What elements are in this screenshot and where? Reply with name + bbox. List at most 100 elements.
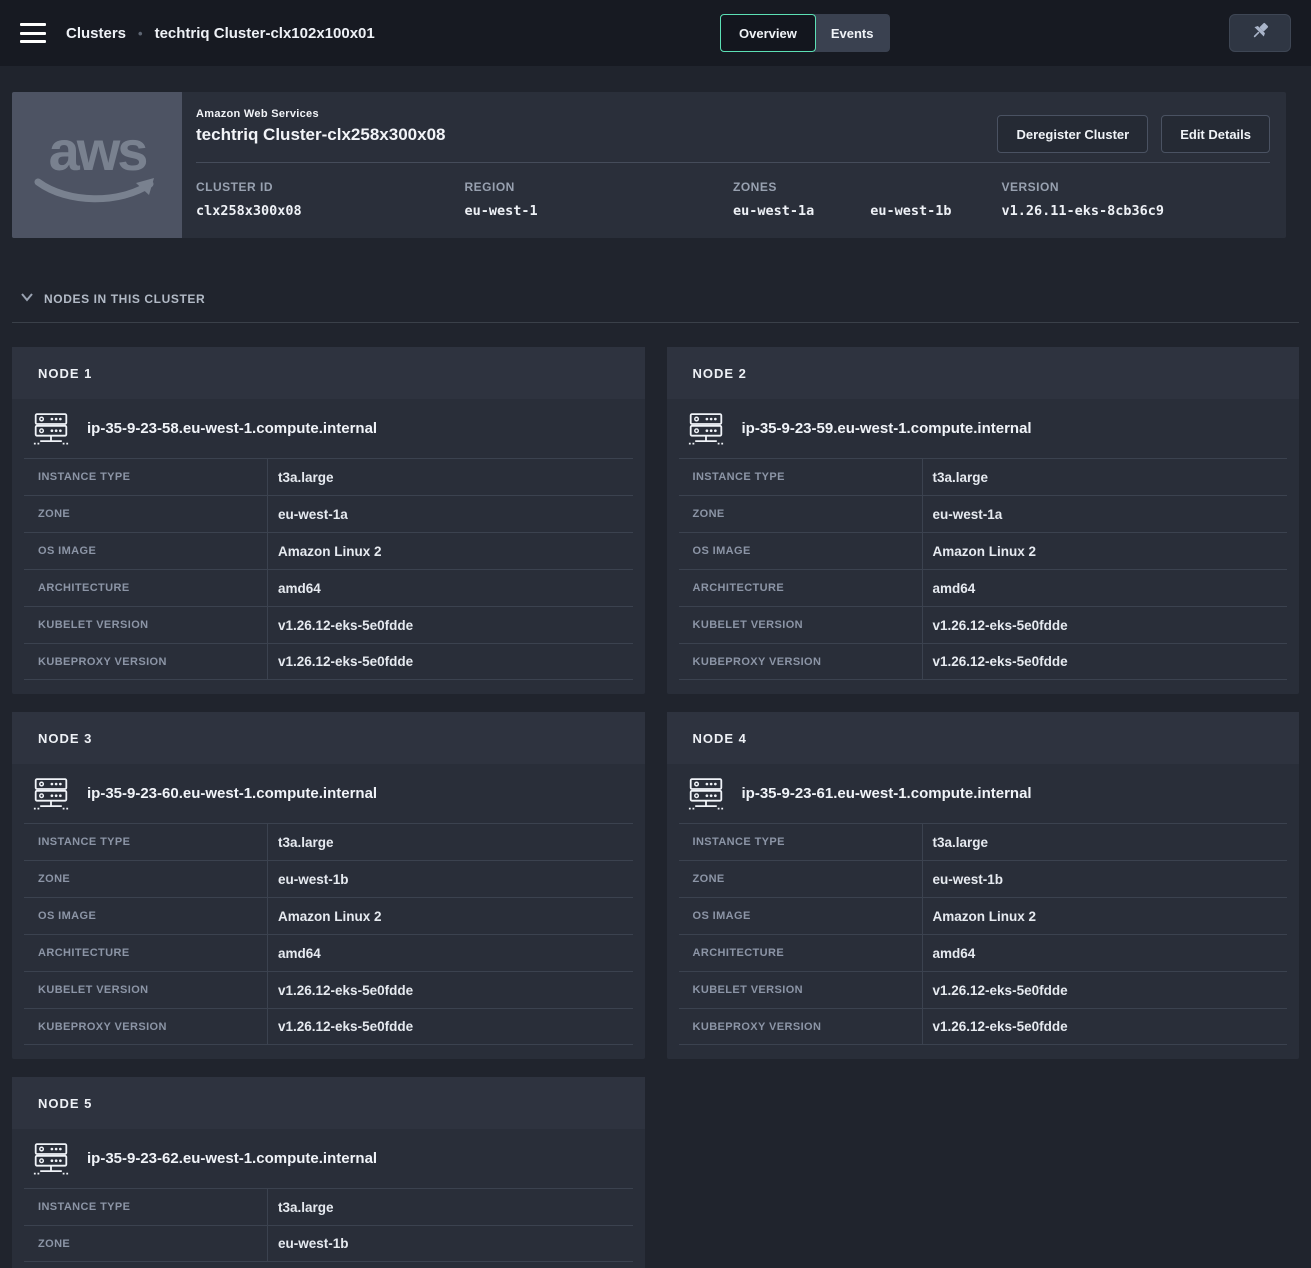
row-value: eu-west-1b	[268, 861, 633, 897]
row-label: ARCHITECTURE	[679, 570, 923, 606]
row-value: amd64	[923, 935, 1288, 971]
breadcrumb-clusters-link[interactable]: Clusters	[66, 25, 126, 42]
field-value: v1.26.11-eks-8cb36c9	[1002, 203, 1271, 219]
breadcrumb-separator: •	[138, 26, 143, 41]
tab-overview[interactable]: Overview	[720, 14, 816, 52]
row-label: ZONE	[679, 861, 923, 897]
row-label: OS IMAGE	[679, 898, 923, 934]
table-row: ARCHITECTURE amd64	[24, 934, 633, 971]
field-value: eu-west-1	[465, 203, 734, 219]
edit-details-button[interactable]: Edit Details	[1161, 115, 1270, 153]
row-label: ZONE	[24, 861, 268, 897]
node-detail-table: INSTANCE TYPE t3a.large ZONE eu-west-1b …	[679, 823, 1288, 1045]
pushpin-icon	[1248, 19, 1272, 48]
node-card-title: NODE 4	[667, 712, 1300, 764]
menu-icon[interactable]	[20, 23, 46, 43]
node-detail-table: INSTANCE TYPE t3a.large ZONE eu-west-1b …	[24, 823, 633, 1045]
node-card-title: NODE 1	[12, 347, 645, 399]
node-detail-table: INSTANCE TYPE t3a.large ZONE eu-west-1b	[24, 1188, 633, 1262]
field-region: REGION eu-west-1	[465, 180, 734, 219]
aws-logo-text: aws	[49, 126, 146, 176]
row-value: Amazon Linux 2	[923, 533, 1288, 569]
aws-smile-icon	[32, 176, 162, 206]
field-label: REGION	[465, 180, 734, 194]
table-row: OS IMAGE Amazon Linux 2	[24, 897, 633, 934]
row-value: v1.26.12-eks-5e0fdde	[923, 1009, 1288, 1044]
row-label: INSTANCE TYPE	[679, 459, 923, 495]
pin-button[interactable]	[1229, 14, 1291, 52]
node-card-5: NODE 5 ip-35-	[12, 1077, 645, 1268]
table-row: ZONE eu-west-1b	[24, 1225, 633, 1262]
row-label: INSTANCE TYPE	[24, 824, 268, 860]
table-row: ARCHITECTURE amd64	[679, 569, 1288, 606]
server-icon	[688, 777, 724, 810]
zone-value: eu-west-1a	[733, 203, 814, 219]
row-label: INSTANCE TYPE	[24, 459, 268, 495]
row-label: KUBEPROXY VERSION	[679, 1009, 923, 1044]
node-hostname: ip-35-9-23-61.eu-west-1.compute.internal	[742, 785, 1032, 802]
table-row: KUBELET VERSION v1.26.12-eks-5e0fdde	[24, 971, 633, 1008]
row-value: amd64	[268, 570, 633, 606]
server-icon	[688, 412, 724, 445]
row-value: t3a.large	[268, 459, 633, 495]
row-label: INSTANCE TYPE	[679, 824, 923, 860]
row-value: amd64	[923, 570, 1288, 606]
field-value: clx258x300x08	[196, 203, 465, 219]
row-value: Amazon Linux 2	[923, 898, 1288, 934]
table-row: ZONE eu-west-1b	[679, 860, 1288, 897]
table-row: ARCHITECTURE amd64	[24, 569, 633, 606]
row-value: amd64	[268, 935, 633, 971]
node-card-title: NODE 2	[667, 347, 1300, 399]
row-label: KUBEPROXY VERSION	[24, 644, 268, 679]
row-value: eu-west-1a	[923, 496, 1288, 532]
row-label: KUBELET VERSION	[24, 607, 268, 643]
table-row: OS IMAGE Amazon Linux 2	[679, 532, 1288, 569]
row-value: Amazon Linux 2	[268, 898, 633, 934]
field-label: ZONES	[733, 180, 1002, 194]
table-row: OS IMAGE Amazon Linux 2	[679, 897, 1288, 934]
table-row: KUBEPROXY VERSION v1.26.12-eks-5e0fdde	[24, 1008, 633, 1045]
field-version: VERSION v1.26.11-eks-8cb36c9	[1002, 180, 1271, 219]
server-icon	[33, 412, 69, 445]
table-row: INSTANCE TYPE t3a.large	[679, 823, 1288, 860]
table-row: KUBELET VERSION v1.26.12-eks-5e0fdde	[679, 971, 1288, 1008]
node-card-2: NODE 2 ip-35-	[667, 347, 1300, 694]
table-row: KUBEPROXY VERSION v1.26.12-eks-5e0fdde	[24, 643, 633, 680]
topbar: Clusters • techtriq Cluster-clx102x100x0…	[0, 0, 1311, 66]
row-value: t3a.large	[923, 459, 1288, 495]
row-label: KUBELET VERSION	[679, 607, 923, 643]
row-label: KUBELET VERSION	[24, 972, 268, 1008]
node-detail-table: INSTANCE TYPE t3a.large ZONE eu-west-1a …	[679, 458, 1288, 680]
row-label: ARCHITECTURE	[24, 570, 268, 606]
cluster-card-main: Amazon Web Services techtriq Cluster-clx…	[182, 92, 1286, 238]
row-value: t3a.large	[923, 824, 1288, 860]
field-cluster-id: CLUSTER ID clx258x300x08	[196, 180, 465, 219]
row-value: v1.26.12-eks-5e0fdde	[268, 644, 633, 679]
nodes-section-toggle[interactable]: NODES IN THIS CLUSTER	[20, 290, 1311, 308]
row-label: OS IMAGE	[24, 533, 268, 569]
table-row: ZONE eu-west-1a	[24, 495, 633, 532]
breadcrumb: Clusters • techtriq Cluster-clx102x100x0…	[66, 25, 375, 42]
table-row: INSTANCE TYPE t3a.large	[679, 458, 1288, 495]
breadcrumb-current-cluster: techtriq Cluster-clx102x100x01	[155, 25, 375, 42]
row-value: Amazon Linux 2	[268, 533, 633, 569]
node-hostname: ip-35-9-23-62.eu-west-1.compute.internal	[87, 1150, 377, 1167]
row-label: OS IMAGE	[679, 533, 923, 569]
nodes-section-title: NODES IN THIS CLUSTER	[44, 292, 205, 306]
empty-grid-cell	[667, 1077, 1300, 1268]
row-label: OS IMAGE	[24, 898, 268, 934]
table-row: INSTANCE TYPE t3a.large	[24, 458, 633, 495]
table-row: INSTANCE TYPE t3a.large	[24, 823, 633, 860]
table-row: KUBEPROXY VERSION v1.26.12-eks-5e0fdde	[679, 1008, 1288, 1045]
row-label: ZONE	[24, 1226, 268, 1261]
table-row: OS IMAGE Amazon Linux 2	[24, 532, 633, 569]
chevron-down-icon	[20, 290, 34, 308]
tab-events[interactable]: Events	[814, 14, 891, 52]
table-row: KUBELET VERSION v1.26.12-eks-5e0fdde	[24, 606, 633, 643]
deregister-cluster-button[interactable]: Deregister Cluster	[997, 115, 1148, 153]
row-value: t3a.large	[268, 824, 633, 860]
row-value: eu-west-1a	[268, 496, 633, 532]
node-card-3: NODE 3 ip-35-	[12, 712, 645, 1059]
table-row: ZONE eu-west-1a	[679, 495, 1288, 532]
node-card-4: NODE 4 ip-35-	[667, 712, 1300, 1059]
